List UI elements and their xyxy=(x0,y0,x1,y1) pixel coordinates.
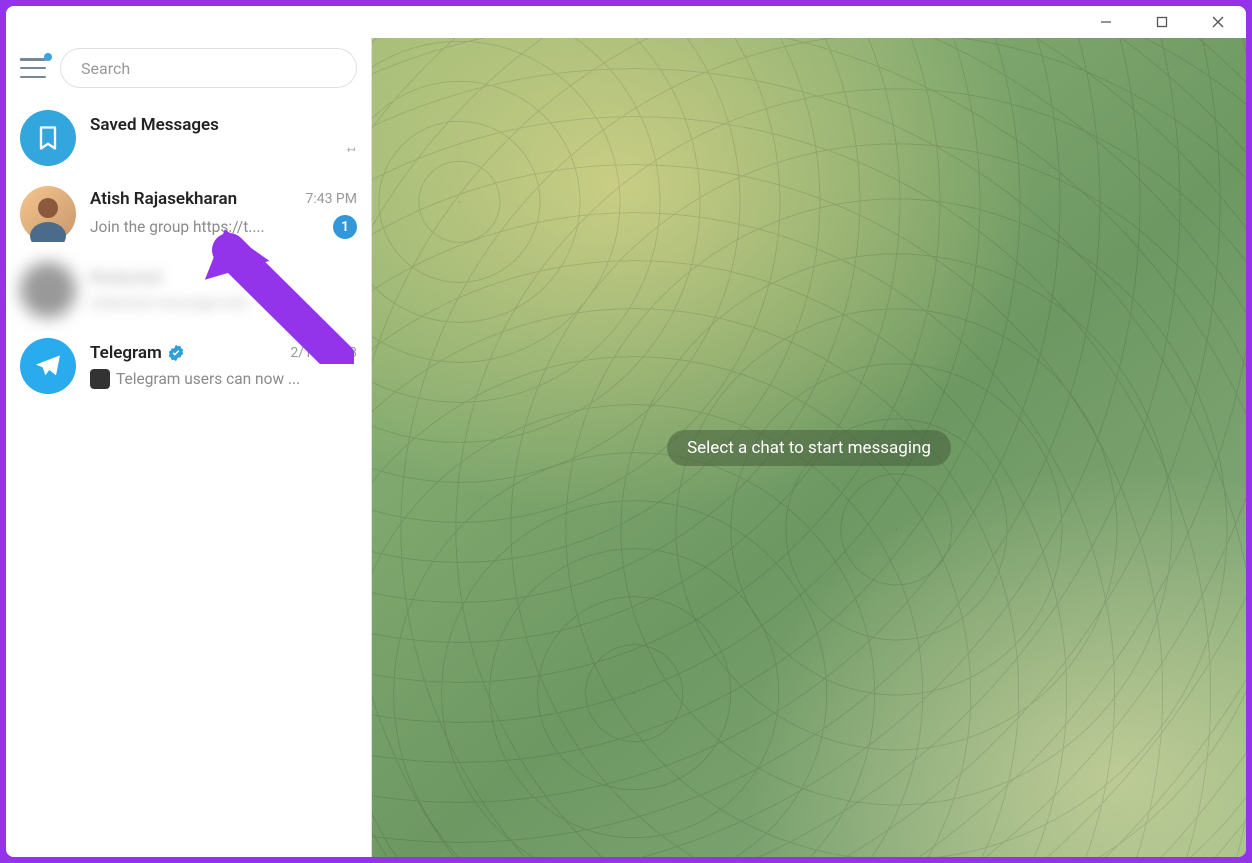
chat-time: 7:43 PM xyxy=(305,191,357,207)
search-input[interactable]: Search xyxy=(60,48,357,88)
app-body: Search Saved Messages xyxy=(6,38,1246,857)
avatar xyxy=(20,110,76,166)
menu-button[interactable] xyxy=(20,58,46,78)
unread-badge: 1 xyxy=(333,215,357,239)
chat-item-saved-messages[interactable]: Saved Messages xyxy=(6,100,371,176)
chat-name-text: Telegram xyxy=(90,343,162,363)
chat-time: 2/10/2023 xyxy=(290,345,357,361)
minimize-button[interactable] xyxy=(1086,8,1126,36)
avatar xyxy=(20,338,76,394)
titlebar xyxy=(6,6,1246,38)
chat-name: Saved Messages xyxy=(90,115,219,135)
chat-preview: Telegram users can now ... xyxy=(90,369,357,389)
chat-preview-text: Telegram users can now ... xyxy=(116,370,300,388)
sidebar-top: Search xyxy=(6,38,371,100)
chat-content: Telegram 2/10/2023 Telegr xyxy=(90,338,357,394)
chat-list[interactable]: Saved Messages xyxy=(6,100,371,857)
chat-content: Atish Rajasekharan 7:43 PM Join the grou… xyxy=(90,186,357,242)
chat-preview: redacted message text xyxy=(90,294,357,312)
pin-icon xyxy=(341,141,357,161)
chat-name: Atish Rajasekharan xyxy=(90,189,237,209)
app-window: Search Saved Messages xyxy=(6,6,1246,857)
maximize-button[interactable] xyxy=(1142,8,1182,36)
avatar xyxy=(20,186,76,242)
telegram-icon xyxy=(32,350,64,382)
empty-state-message: Select a chat to start messaging xyxy=(667,430,951,466)
close-button[interactable] xyxy=(1198,8,1238,36)
notification-dot-icon xyxy=(44,53,52,61)
bookmark-icon xyxy=(34,124,62,152)
chat-item-redacted[interactable]: Redacted redacted message text xyxy=(6,252,371,328)
chat-preview: Join the group https://t.... xyxy=(90,218,333,236)
sidebar: Search Saved Messages xyxy=(6,38,372,857)
chat-name: Telegram xyxy=(90,343,185,363)
chat-name: Redacted xyxy=(90,268,162,288)
avatar xyxy=(20,262,76,318)
chat-item-telegram[interactable]: Telegram 2/10/2023 Telegr xyxy=(6,328,371,404)
preview-thumbnail xyxy=(90,369,110,389)
chat-content: Saved Messages xyxy=(90,110,357,166)
verified-icon xyxy=(167,344,185,362)
chat-item-atish[interactable]: Atish Rajasekharan 7:43 PM Join the grou… xyxy=(6,176,371,252)
chat-content: Redacted redacted message text xyxy=(90,262,357,318)
main-area: Select a chat to start messaging xyxy=(372,38,1246,857)
